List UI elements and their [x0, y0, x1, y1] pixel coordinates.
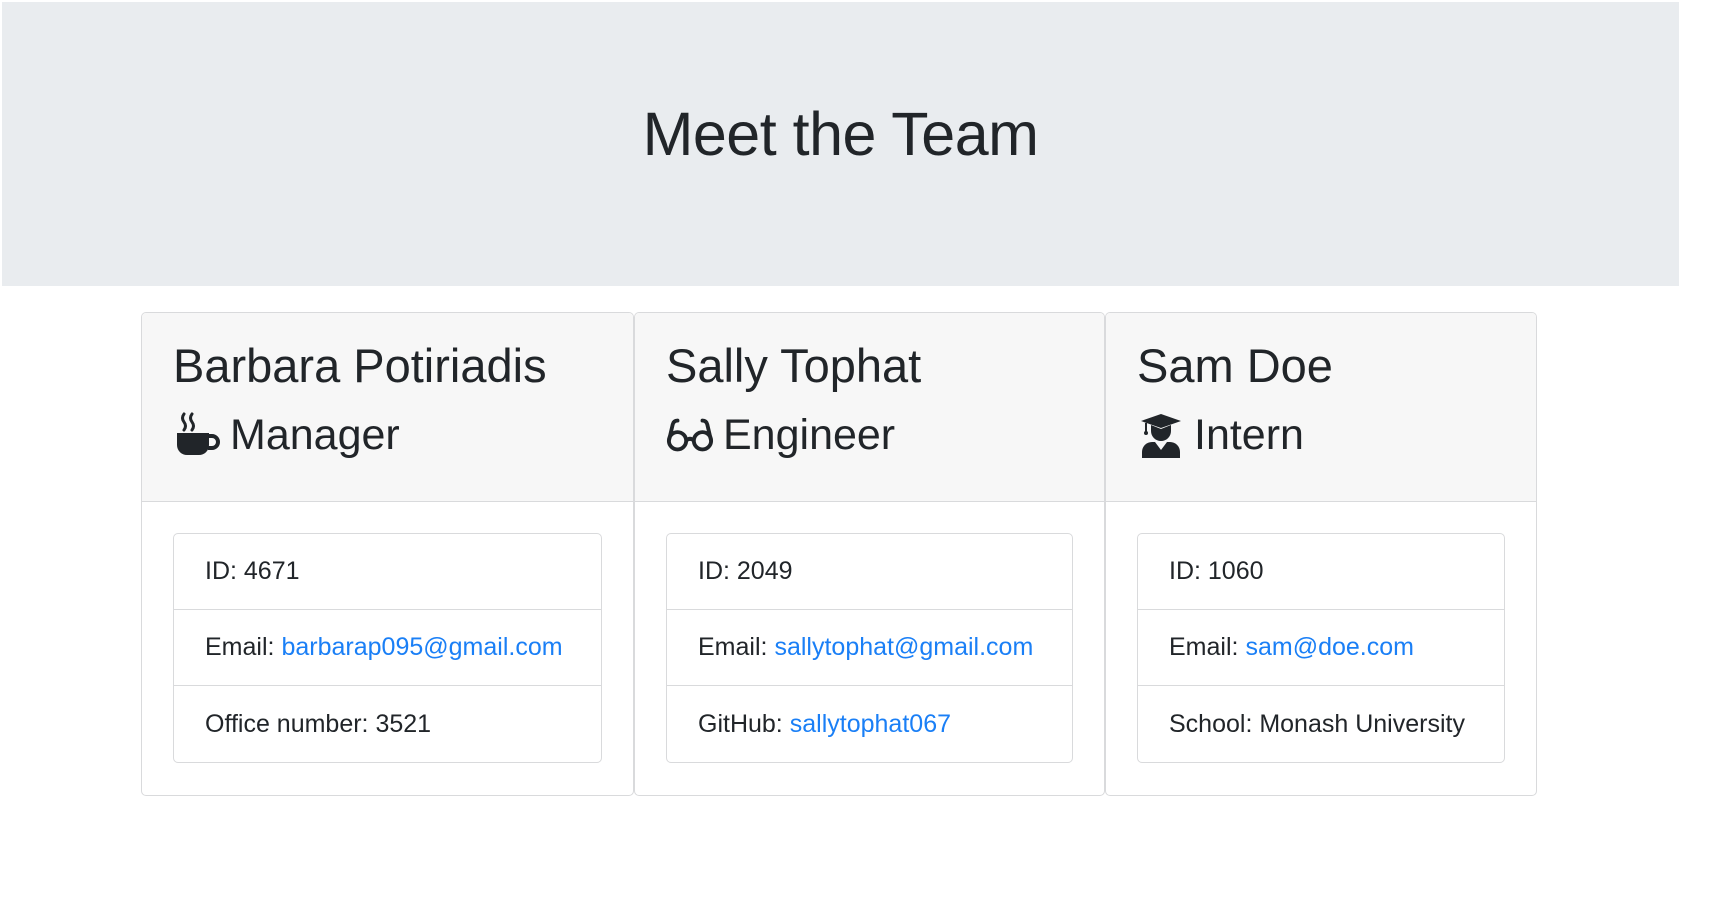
email-row: Email: sallytophat@gmail.com	[667, 610, 1072, 686]
github-link[interactable]: sallytophat067	[790, 710, 951, 739]
id-value: ID: 1060	[1169, 557, 1264, 585]
id-value: ID: 2049	[698, 557, 793, 585]
employee-role: Engineer	[666, 409, 1073, 461]
school-row: School: Monash University	[1138, 686, 1504, 762]
role-label: Intern	[1194, 411, 1304, 459]
employee-name: Sam Doe	[1137, 339, 1333, 392]
email-label: Email:	[205, 633, 275, 661]
card-header: Sam Doe Intern	[1106, 313, 1536, 502]
email-row: Email: sam@doe.com	[1138, 610, 1504, 686]
role-label: Manager	[230, 411, 400, 459]
employee-card-intern: Sam Doe Intern ID: 1060 Email: sam@doe.c…	[1105, 312, 1537, 796]
card-body: ID: 1060 Email: sam@doe.com School: Mona…	[1106, 502, 1536, 763]
page-title: Meet the Team	[642, 100, 1039, 168]
email-label: Email:	[1169, 633, 1239, 661]
jumbotron-header: Meet the Team	[2, 2, 1679, 286]
card-header: Barbara Potiriadis Manager	[142, 313, 633, 502]
info-list: ID: 1060 Email: sam@doe.com School: Mona…	[1137, 533, 1505, 763]
email-label: Email:	[698, 633, 768, 661]
glasses-icon	[666, 411, 714, 459]
id-value: ID: 4671	[205, 557, 300, 585]
employee-card-engineer: Sally Tophat Engineer ID: 2049 Email: sa…	[634, 312, 1105, 796]
office-number-row: Office number: 3521	[174, 686, 601, 762]
role-label: Engineer	[723, 411, 896, 459]
employee-name: Sally Tophat	[666, 339, 922, 392]
card-body: ID: 4671 Email: barbarap095@gmail.com Of…	[142, 502, 633, 763]
github-row: GitHub: sallytophat067	[667, 686, 1072, 762]
email-link[interactable]: barbarap095@gmail.com	[281, 633, 562, 662]
email-link[interactable]: sam@doe.com	[1245, 633, 1414, 662]
id-row: ID: 4671	[174, 534, 601, 610]
employee-card-manager: Barbara Potiriadis Manager ID: 4671 Emai…	[141, 312, 634, 796]
email-row: Email: barbarap095@gmail.com	[174, 610, 601, 686]
info-list: ID: 2049 Email: sallytophat@gmail.com Gi…	[666, 533, 1073, 763]
email-link[interactable]: sallytophat@gmail.com	[774, 633, 1033, 662]
employee-role: Manager	[173, 409, 602, 461]
office-number-value: Office number: 3521	[205, 709, 432, 738]
id-row: ID: 1060	[1138, 534, 1504, 610]
github-label: GitHub:	[698, 709, 783, 738]
card-header: Sally Tophat Engineer	[635, 313, 1104, 502]
id-row: ID: 2049	[667, 534, 1072, 610]
page: Meet the Team Barbara Potiriadis Manager	[0, 0, 1734, 898]
employee-name: Barbara Potiriadis	[173, 339, 547, 392]
school-value: School: Monash University	[1169, 709, 1465, 738]
employee-role: Intern	[1137, 409, 1505, 461]
graduate-icon	[1137, 411, 1185, 459]
coffee-mug-icon	[173, 411, 221, 459]
info-list: ID: 4671 Email: barbarap095@gmail.com Of…	[173, 533, 602, 763]
card-body: ID: 2049 Email: sallytophat@gmail.com Gi…	[635, 502, 1104, 763]
